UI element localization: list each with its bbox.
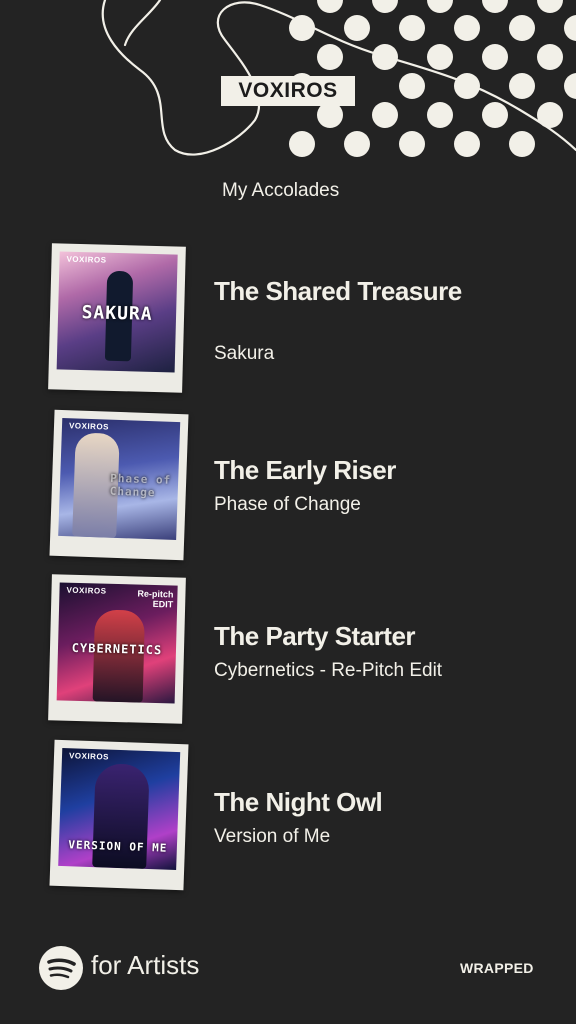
album-cover-polaroid: VOXIROS VERSION OF ME <box>49 739 189 891</box>
album-cover-polaroid: VOXIROS Phase of Change <box>49 409 189 561</box>
brand-suffix: for Artists <box>91 950 200 980</box>
award-song: Sakura <box>214 343 275 364</box>
section-title: My Accolades <box>222 180 340 201</box>
cover-title: VERSION OF ME <box>68 838 168 855</box>
album-cover-polaroid: VOXIROS Re-pitch EDIT CYBERNETICS <box>48 574 186 724</box>
cover-title: SAKURA <box>81 302 153 325</box>
award-song: Version of Me <box>214 826 331 847</box>
award-item: VOXIROS Re-pitch EDIT CYBERNETICS The Pa… <box>0 574 576 726</box>
spotify-logo-icon <box>39 946 83 990</box>
award-item: VOXIROS Phase of Change The Early Riser … <box>0 409 576 561</box>
award-item: VOXIROS SAKURA The Shared Treasure Sakur… <box>0 243 576 395</box>
album-cover-image: VOXIROS Phase of Change <box>58 417 181 541</box>
award-song: Phase of Change <box>214 494 361 515</box>
award-song: Cybernetics - Re-Pitch Edit <box>214 660 443 681</box>
album-cover-image: VOXIROS VERSION OF ME <box>58 747 181 871</box>
cover-title: Phase of Change <box>109 471 172 500</box>
cover-title: CYBERNETICS <box>71 640 163 658</box>
award-title: The Party Starter <box>214 621 416 651</box>
cover-artist-label: VOXIROS <box>68 421 110 432</box>
wrapped-label: WRAPPED <box>460 960 534 976</box>
album-cover-polaroid: VOXIROS SAKURA <box>48 243 186 393</box>
album-cover-image: VOXIROS SAKURA <box>56 251 178 373</box>
album-cover-image: VOXIROS Re-pitch EDIT CYBERNETICS <box>56 582 178 704</box>
cover-edit-label: Re-pitch EDIT <box>137 588 174 610</box>
cover-artist-label: VOXIROS <box>66 254 107 265</box>
award-title: The Shared Treasure <box>214 276 462 306</box>
award-item: VOXIROS VERSION OF ME The Night Owl Vers… <box>0 739 576 892</box>
artist-name-tag: VOXIROS <box>221 76 355 106</box>
award-title: The Night Owl <box>214 787 383 817</box>
cover-artist-label: VOXIROS <box>66 585 107 596</box>
cover-artist-label: VOXIROS <box>68 751 110 762</box>
award-title: The Early Riser <box>214 455 396 485</box>
